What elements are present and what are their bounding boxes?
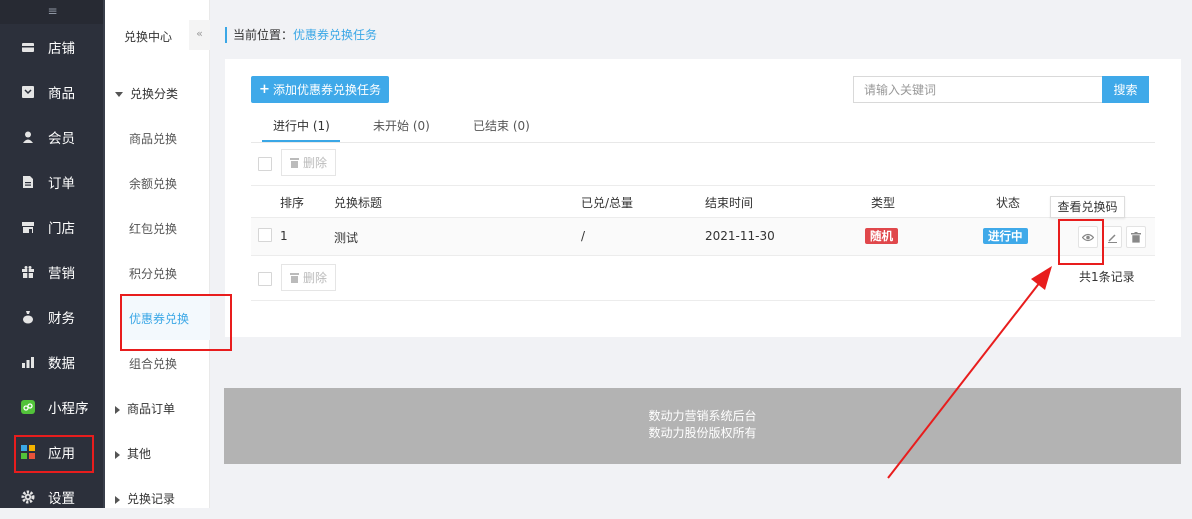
annotation-arrow-icon — [887, 266, 1052, 479]
